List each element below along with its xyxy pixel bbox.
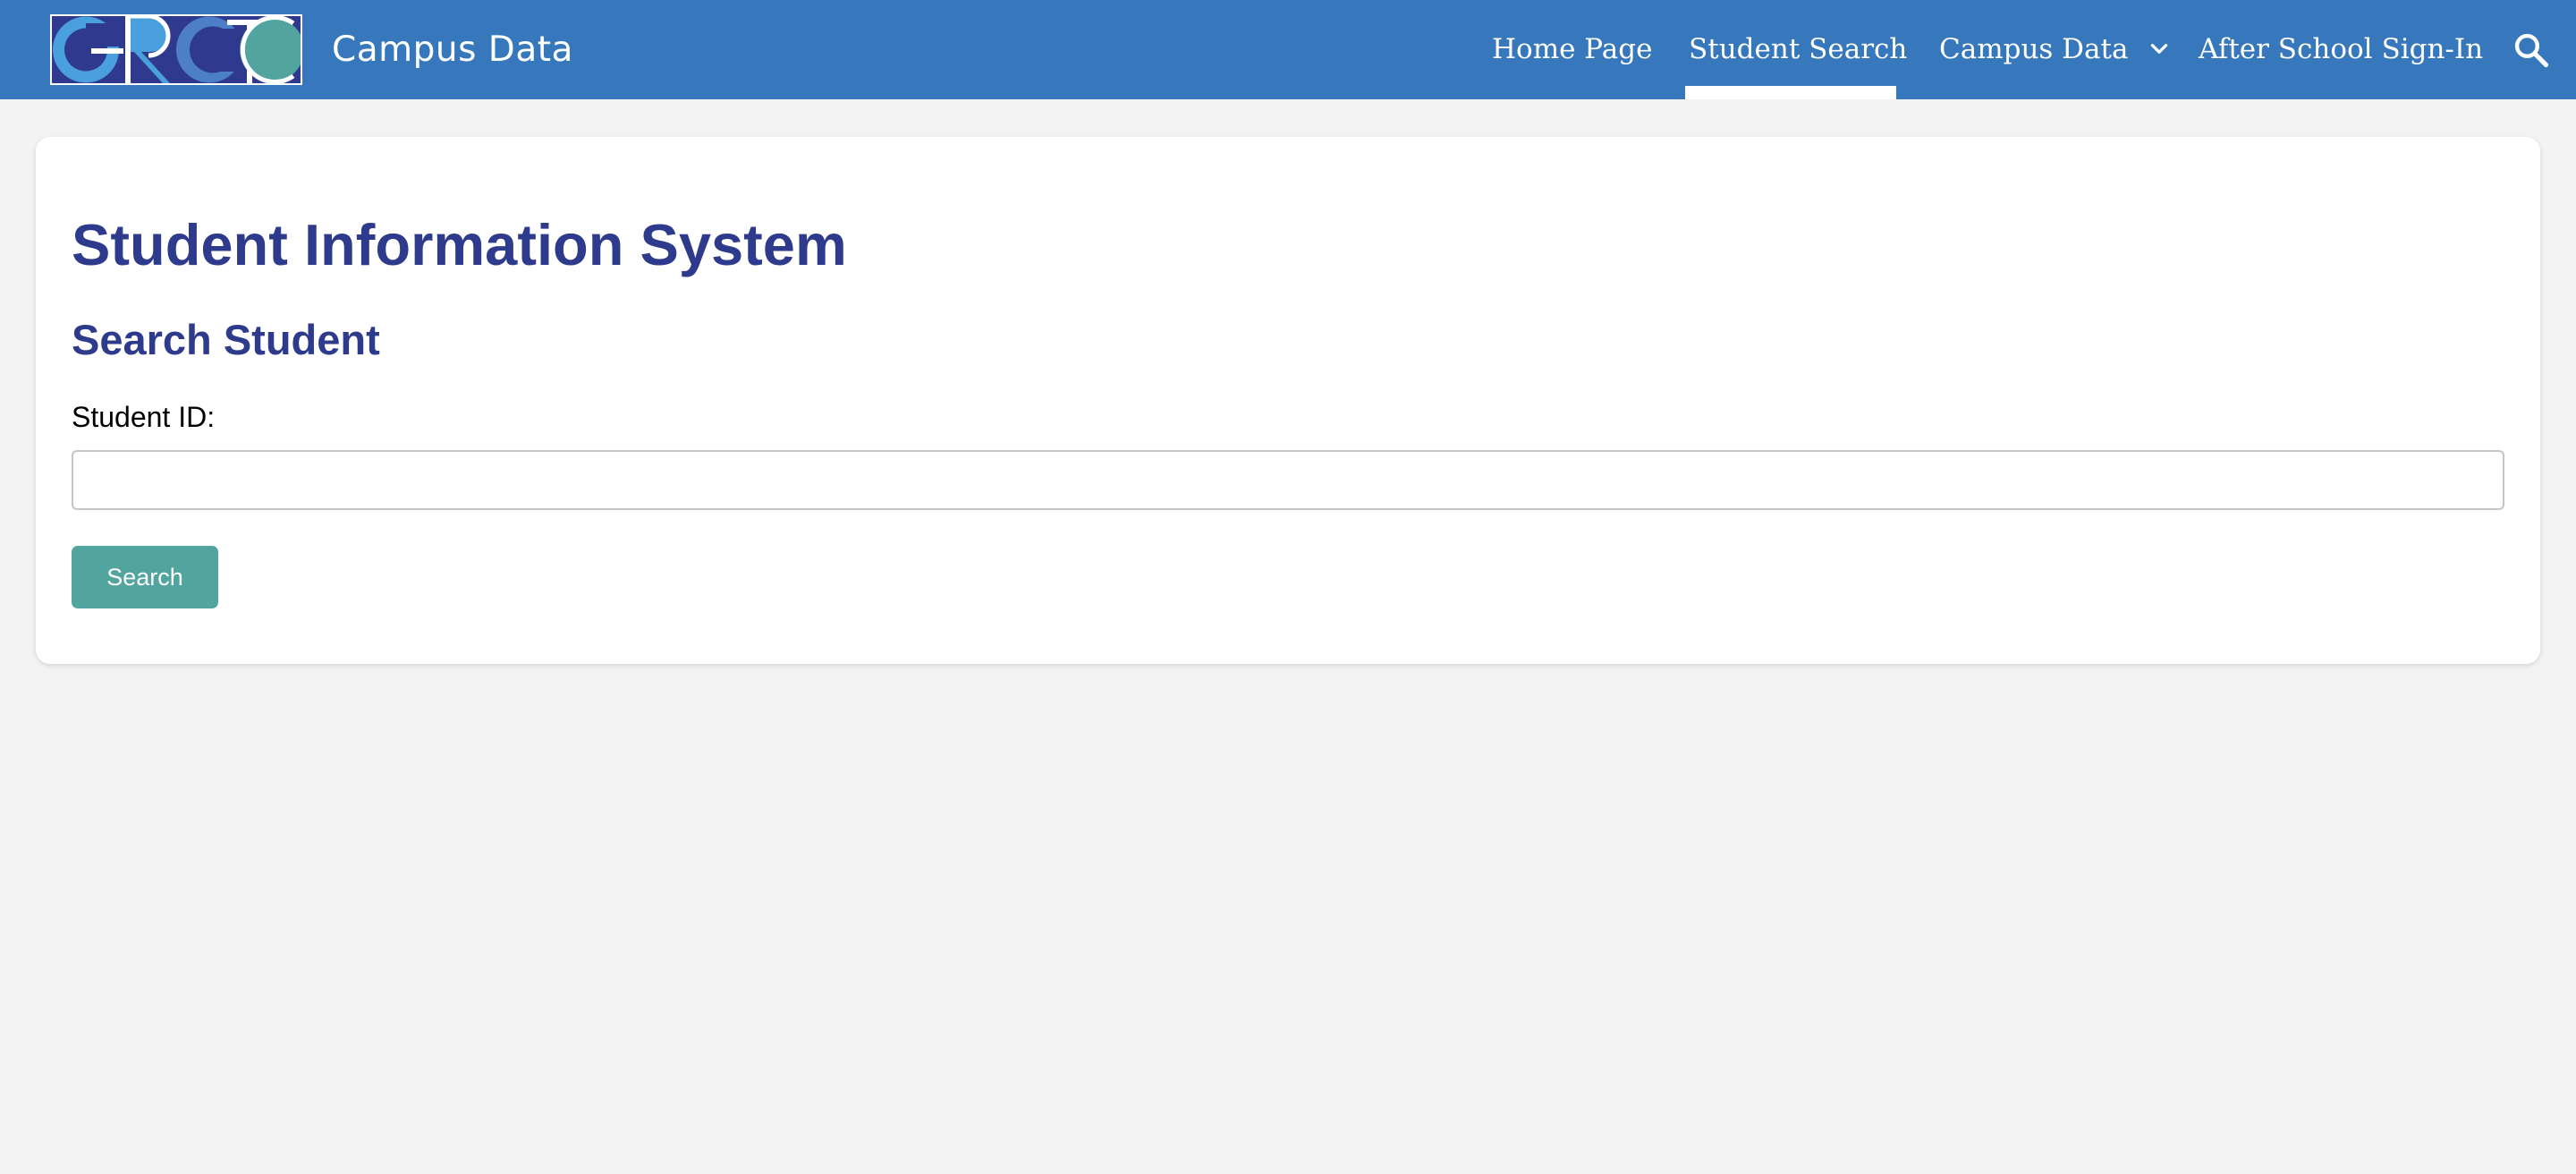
nav-campus-data-dropdown[interactable]: Campus Data bbox=[1939, 0, 2171, 99]
student-id-input[interactable] bbox=[72, 450, 2504, 510]
chevron-down-icon[interactable] bbox=[2148, 38, 2171, 61]
active-nav-indicator bbox=[1685, 86, 1896, 99]
nav-home-page[interactable]: Home Page bbox=[1492, 0, 1652, 99]
section-title: Search Student bbox=[72, 316, 380, 363]
nav-after-school-label: After School Sign-In bbox=[2199, 33, 2484, 65]
student-search-card: Student Information System Search Studen… bbox=[36, 137, 2540, 664]
grctc-logo[interactable] bbox=[50, 14, 302, 85]
search-button[interactable]: Search bbox=[72, 546, 218, 608]
page-title: Student Information System bbox=[72, 212, 847, 277]
student-id-label: Student ID: bbox=[72, 401, 216, 433]
nav-campus-data-label: Campus Data bbox=[1939, 33, 2129, 65]
logo-graphic bbox=[52, 16, 301, 83]
nav-home-page-label: Home Page bbox=[1492, 33, 1653, 65]
nav-student-search-label: Student Search bbox=[1689, 33, 1908, 65]
nav-student-search[interactable]: Student Search bbox=[1689, 0, 1907, 99]
search-icon[interactable] bbox=[2512, 30, 2551, 70]
nav-after-school-sign-in[interactable]: After School Sign-In bbox=[2199, 0, 2483, 99]
top-navigation-bar: Campus Data Home Page Student Search Cam… bbox=[0, 0, 2576, 99]
site-title[interactable]: Campus Data bbox=[332, 23, 573, 77]
